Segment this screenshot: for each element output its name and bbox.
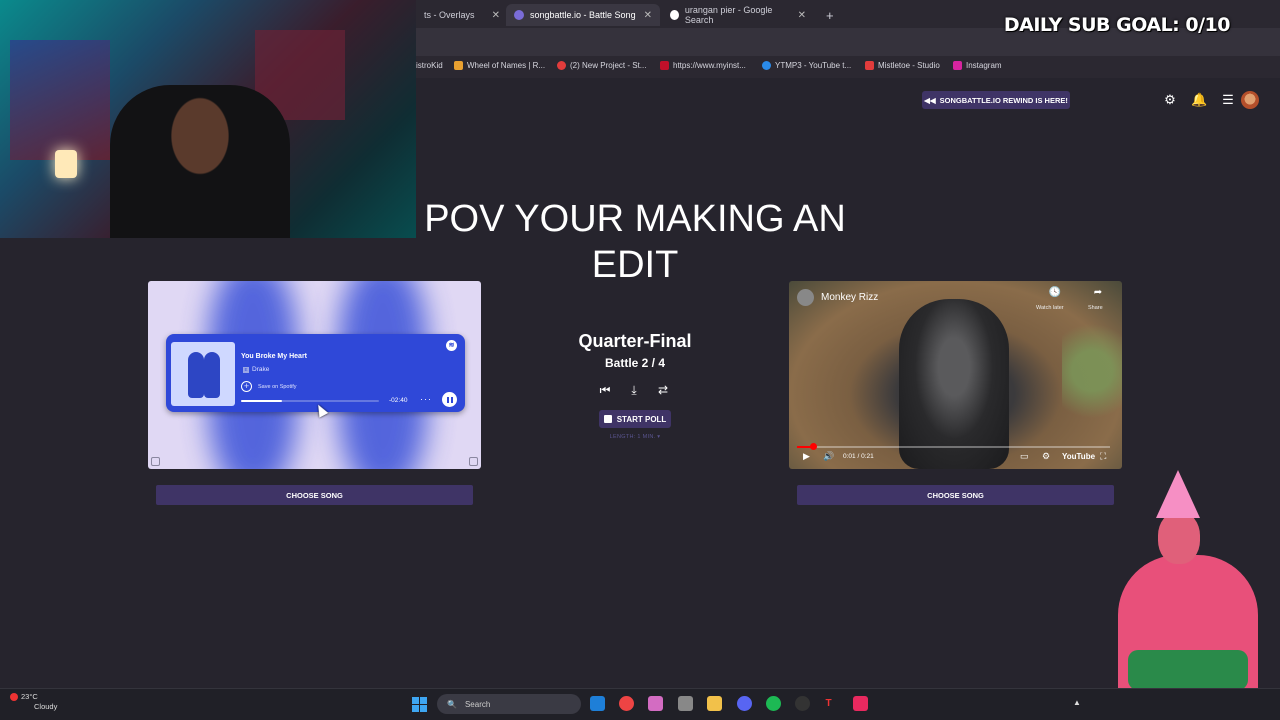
streamer — [110, 85, 290, 238]
battle-stage: Quarter-Final — [578, 331, 692, 351]
sub-goal-overlay: DAILY SUB GOAL: 0/10 — [1003, 14, 1231, 36]
new-tab-button[interactable]: + — [818, 4, 840, 26]
tab-label: urangan pier - Google Search — [684, 5, 773, 25]
notification-badge — [10, 693, 18, 702]
explicit-badge: E — [243, 366, 249, 373]
tab-google-search[interactable]: urangan pier - Google Search ✕ — [662, 4, 814, 26]
flag-decoration — [10, 40, 110, 160]
bookmark-item[interactable]: YTMP3 - YouTube t... — [762, 61, 851, 70]
artist-row: E Drake — [243, 366, 269, 373]
youtube-logo[interactable]: YouTube — [1062, 452, 1095, 461]
spotify-logo-icon[interactable]: ≋ — [446, 340, 457, 351]
tab-label: songbattle.io - Battle Song — [530, 10, 636, 20]
bookmark-icon — [865, 61, 874, 70]
volume-icon[interactable]: 🔊 — [823, 451, 834, 462]
google-favicon-icon — [670, 10, 679, 20]
channel-avatar[interactable] — [797, 289, 814, 306]
share-label: Share — [1088, 305, 1103, 311]
chevron-up-icon[interactable]: ▲ — [1073, 698, 1081, 707]
lamp — [55, 150, 77, 178]
plus-icon: + — [241, 381, 252, 392]
page-title: POV YOUR MAKING AN EDIT — [424, 198, 846, 286]
watch-later-icon[interactable]: 🕓 — [1045, 287, 1065, 298]
watch-later-label: Watch later — [1036, 305, 1064, 311]
fullscreen-icon[interactable]: ⛶ — [1100, 451, 1106, 462]
bookmark-icon — [454, 61, 463, 70]
streamer-webcam — [0, 0, 416, 238]
search-icon: 🔍 — [447, 699, 457, 709]
bookmark-item[interactable]: Instagram — [953, 61, 1002, 70]
song-progress-fill — [241, 400, 283, 402]
text-app-icon[interactable]: T — [821, 696, 836, 711]
album-cover — [171, 342, 235, 406]
rewind-banner-button[interactable]: ◀◀ SONGBATTLE.IO REWIND IS HERE! — [922, 91, 1070, 109]
length-select[interactable]: LENGTH: 1 MIN. ▾ — [560, 434, 710, 440]
close-icon[interactable]: ✕ — [790, 10, 806, 21]
bookmark-item[interactable]: istroKid — [416, 61, 443, 70]
settings-icon[interactable]: ⚙ — [1042, 451, 1050, 462]
more-options-icon[interactable]: ··· — [420, 394, 432, 404]
start-poll-button[interactable]: START POLL — [599, 410, 671, 428]
rewind-icon: ◀◀ — [924, 95, 936, 105]
time-remaining: -02:40 — [389, 397, 408, 404]
monkey-video-frame — [899, 299, 1009, 469]
video-scrubber-handle[interactable] — [809, 443, 817, 450]
save-on-spotify-button[interactable]: + Save on Spotify — [241, 381, 297, 392]
songbattle-favicon-icon — [514, 10, 524, 20]
bookmark-icon — [762, 61, 771, 70]
file-explorer-icon[interactable] — [707, 696, 722, 711]
choose-song-right-button[interactable]: CHOOSE SONG — [797, 485, 1114, 505]
menu-icon[interactable]: ☰ — [1220, 92, 1236, 108]
edge-icon[interactable] — [590, 696, 605, 711]
share-icon[interactable]: ➦ — [1087, 287, 1109, 298]
choose-song-left-button[interactable]: CHOOSE SONG — [156, 485, 473, 505]
taskbar-search[interactable]: 🔍 Search — [437, 694, 581, 714]
tab-overlays[interactable]: ts - Overlays ✕ — [416, 4, 508, 26]
chrome-icon[interactable] — [619, 696, 634, 711]
battle-counter: Battle 2 / 4 — [604, 356, 666, 370]
video-progress-track[interactable] — [797, 446, 1110, 448]
obs-icon[interactable] — [795, 696, 810, 711]
discord-icon[interactable] — [737, 696, 752, 711]
previous-icon[interactable]: ⏮ — [598, 383, 612, 397]
bookmark-icon — [660, 61, 669, 70]
youtube-embed-player[interactable] — [789, 281, 1122, 469]
reaction-overlay — [1108, 470, 1268, 688]
shuffle-icon[interactable]: ⇄ — [656, 383, 670, 397]
windows-start-icon[interactable] — [412, 697, 427, 712]
copilot-icon[interactable] — [648, 696, 663, 711]
bookmark-item[interactable]: (2) New Project - St... — [557, 61, 646, 70]
card-corner-icon — [151, 457, 160, 466]
bell-icon[interactable]: 🔔 — [1191, 92, 1207, 108]
weather-widget[interactable]: 23°C Cloudy — [10, 692, 57, 712]
settings-app-icon[interactable] — [678, 696, 693, 711]
bookmark-item[interactable]: Mistletoe - Studio — [865, 61, 940, 70]
tab-label: ts - Overlays — [424, 10, 475, 20]
bookmark-item[interactable]: https://www.myinst... — [660, 61, 746, 70]
taskbar — [0, 688, 1280, 720]
download-icon[interactable]: ⤓ — [627, 383, 641, 397]
song-name[interactable]: You Broke My Heart — [241, 353, 307, 360]
poll-icon — [603, 415, 612, 423]
close-icon[interactable]: ✕ — [484, 10, 500, 21]
video-title[interactable]: Monkey Rizz — [821, 292, 878, 303]
video-time: 0:01 / 0:21 — [843, 453, 874, 460]
card-corner-icon — [469, 457, 478, 466]
pause-button[interactable] — [442, 392, 457, 407]
tiktok-icon[interactable] — [853, 696, 868, 711]
captions-icon[interactable]: ▭ — [1020, 451, 1029, 462]
artist-name[interactable]: Drake — [252, 366, 269, 373]
instagram-icon — [953, 61, 962, 70]
avatar[interactable] — [1241, 91, 1259, 109]
settings-icon[interactable]: ⚙ — [1162, 92, 1178, 108]
play-icon[interactable]: ▶ — [803, 451, 810, 462]
bookmark-icon — [557, 61, 566, 70]
spotify-icon[interactable] — [766, 696, 781, 711]
tab-songbattle[interactable]: songbattle.io - Battle Song ✕ — [506, 4, 660, 26]
party-hat — [1156, 470, 1200, 518]
close-icon[interactable]: ✕ — [636, 10, 652, 21]
bookmark-item[interactable]: Wheel of Names | R... — [454, 61, 545, 70]
